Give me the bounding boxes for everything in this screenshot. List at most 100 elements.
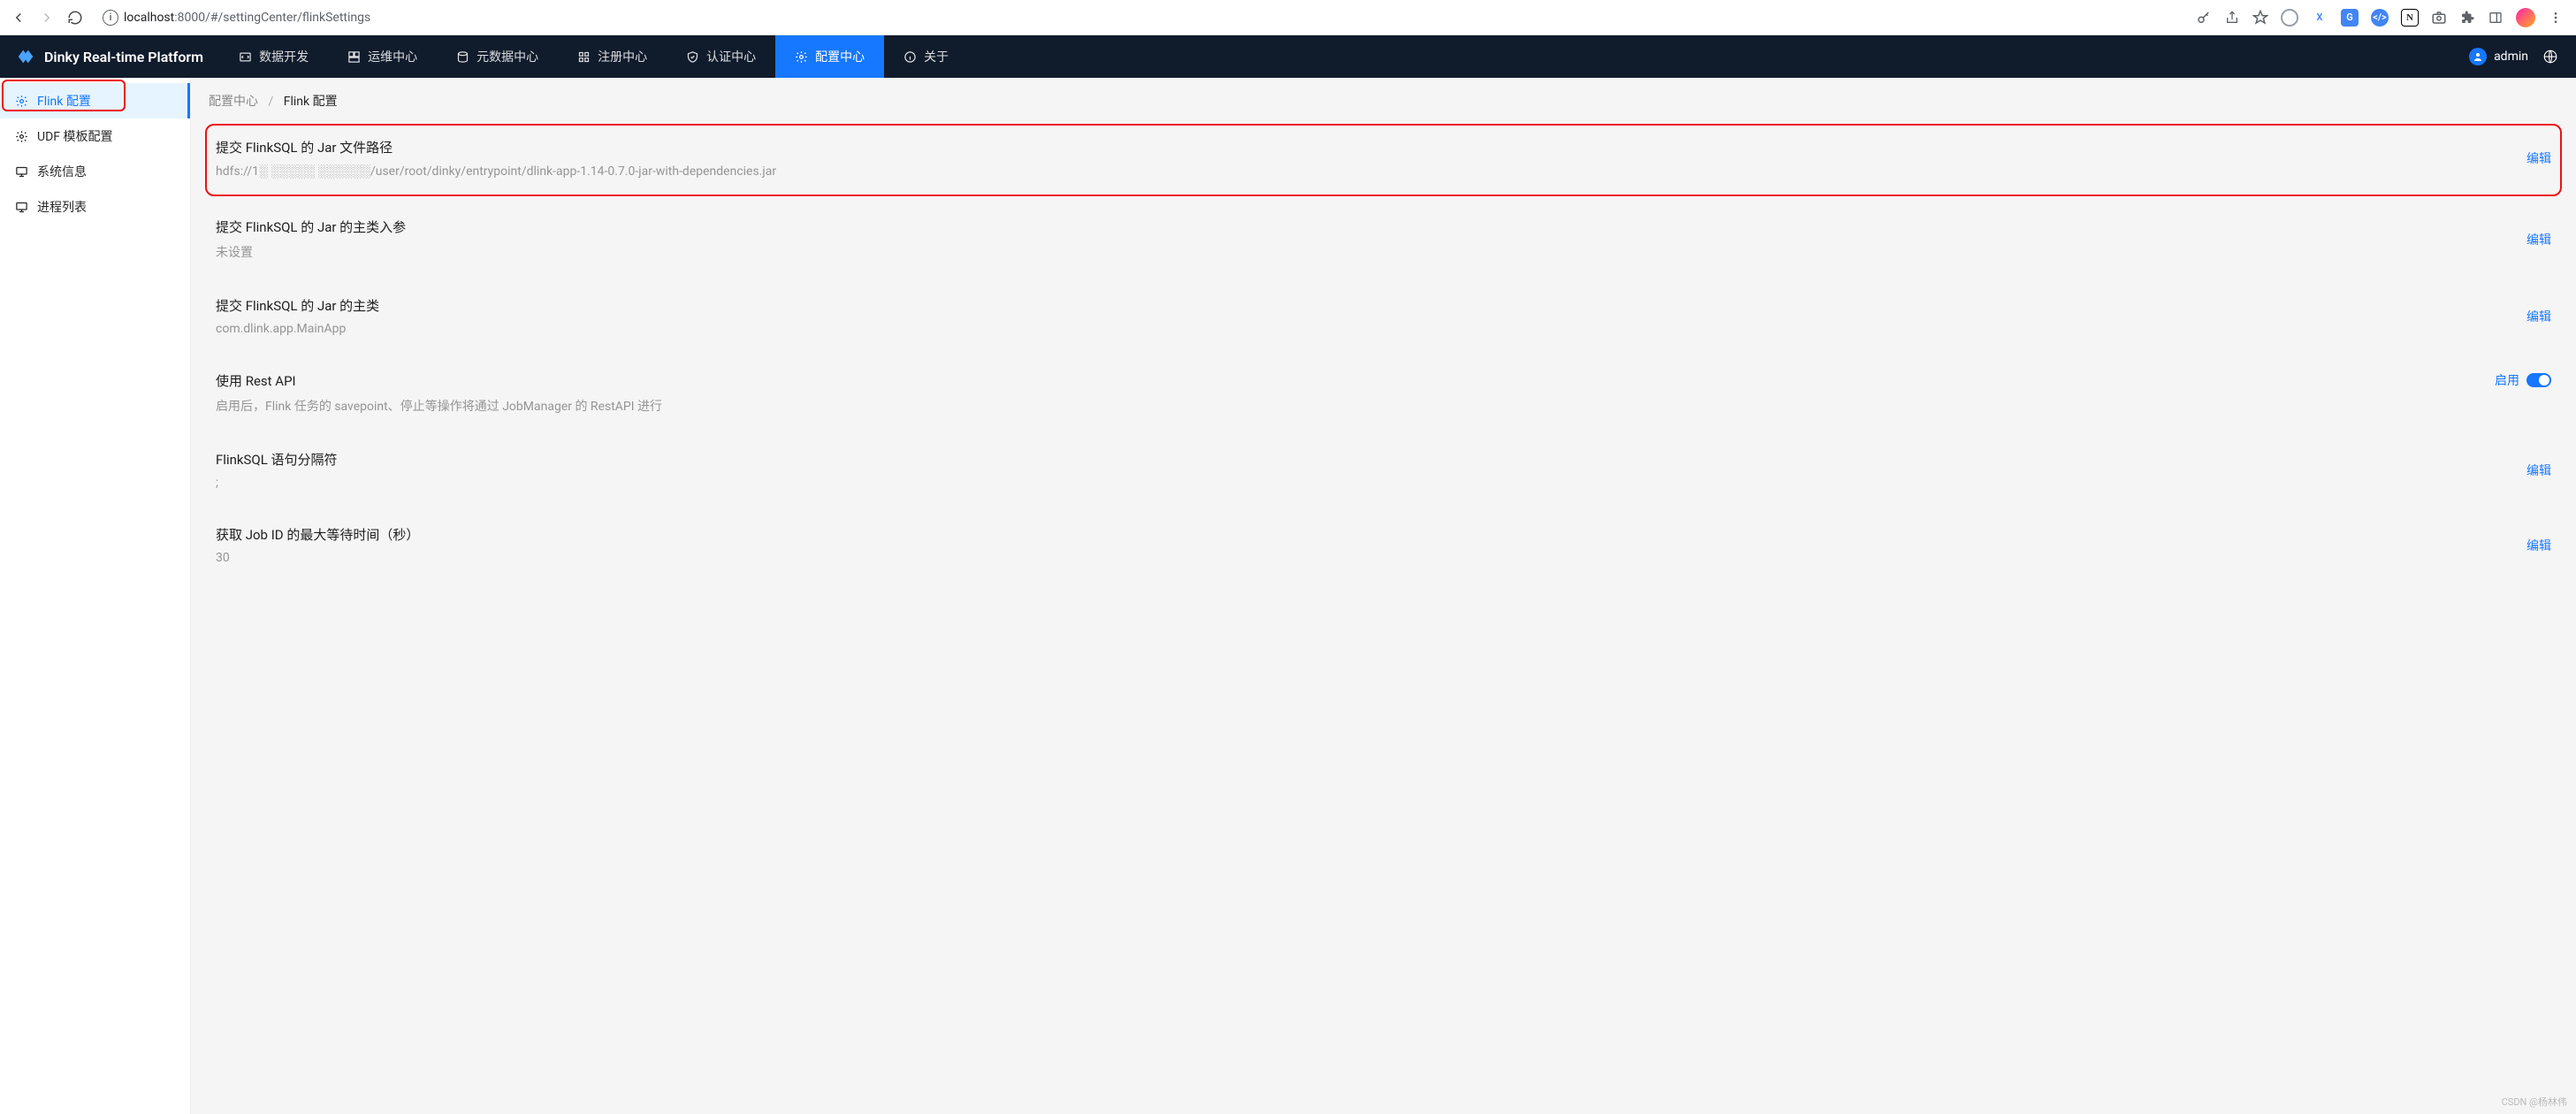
user-name: admin bbox=[2494, 50, 2528, 64]
setting-row: FlinkSQL 语句分隔符; 编辑 bbox=[209, 434, 2558, 509]
topnav-label: 认证中心 bbox=[706, 48, 756, 65]
user-menu[interactable]: admin bbox=[2469, 48, 2528, 65]
breadcrumb-root[interactable]: 配置中心 bbox=[209, 95, 258, 109]
user-avatar-icon bbox=[2469, 48, 2487, 65]
browser-toolbar-right: X G </> N bbox=[2196, 8, 2569, 27]
topnav-item[interactable]: 注册中心 bbox=[558, 35, 667, 78]
code-icon bbox=[239, 50, 252, 64]
sidebar-item-label: Flink 配置 bbox=[37, 92, 91, 110]
watermark: CSDN @杨林伟 bbox=[2502, 1095, 2567, 1109]
main-content: 配置中心 / Flink 配置 提交 FlinkSQL 的 Jar 文件路径 hd… bbox=[191, 78, 2576, 1114]
topnav: 数据开发 运维中心 元数据中心 注册中心 认证中心 配置中心 关于 bbox=[219, 35, 968, 78]
google-translate-icon[interactable]: G bbox=[2341, 9, 2359, 27]
extension-icon[interactable]: X bbox=[2311, 9, 2328, 27]
browser-nav bbox=[7, 10, 83, 26]
setting-main: 获取 Job ID 的最大等待时间（秒）30 bbox=[216, 525, 2516, 565]
sidepanel-icon[interactable] bbox=[2488, 10, 2504, 26]
sidebar-item[interactable]: 系统信息 bbox=[0, 154, 190, 189]
shield-icon bbox=[686, 50, 699, 64]
topbar-right: admin bbox=[2469, 48, 2576, 65]
back-icon[interactable] bbox=[11, 10, 27, 26]
toggle-switch[interactable] bbox=[2526, 373, 2551, 387]
setting-title: 使用 Rest API bbox=[216, 371, 2484, 390]
setting-row: 提交 FlinkSQL 的 Jar 的主类入参未设置编辑 bbox=[209, 202, 2558, 280]
address-text: localhost:8000/#/settingCenter/flinkSett… bbox=[124, 11, 370, 25]
setting-main: 提交 FlinkSQL 的 Jar 文件路径 hdfs://1░ ░░░░░ ░░… bbox=[216, 138, 2516, 179]
topnav-label: 运维中心 bbox=[368, 48, 417, 65]
setting-row: 提交 FlinkSQL 的 Jar 文件路径 hdfs://1░ ░░░░░ ░░… bbox=[205, 124, 2562, 196]
breadcrumb: 配置中心 / Flink 配置 bbox=[209, 92, 2558, 110]
edit-link[interactable]: 编辑 bbox=[2526, 462, 2551, 479]
brand-title: Dinky Real-time Platform bbox=[44, 49, 203, 65]
setting-title: 提交 FlinkSQL 的 Jar 的主类 bbox=[216, 296, 2516, 315]
topnav-item[interactable]: 关于 bbox=[884, 35, 968, 78]
language-icon[interactable] bbox=[2542, 49, 2558, 65]
info-icon bbox=[903, 50, 917, 64]
edit-link[interactable]: 编辑 bbox=[2526, 308, 2551, 325]
setting-main: 提交 FlinkSQL 的 Jar 的主类 com.dlink.app.MainA… bbox=[216, 296, 2516, 336]
address-bar[interactable]: i localhost:8000/#/settingCenter/flinkSe… bbox=[94, 10, 2185, 26]
topnav-item[interactable]: 认证中心 bbox=[667, 35, 775, 78]
setting-value: com.dlink.app.MainApp bbox=[216, 322, 2516, 336]
setting-value: ; bbox=[216, 476, 2516, 490]
app-topbar: Dinky Real-time Platform 数据开发 运维中心 元数据中心 注册… bbox=[0, 35, 2576, 78]
setting-value: 启用后，Flink 任务的 savepoint、停止等操作将通过 JobMana… bbox=[216, 397, 2484, 415]
extension-icon[interactable]: </> bbox=[2371, 9, 2389, 27]
setting-row: 提交 FlinkSQL 的 Jar 的主类 com.dlink.app.MainA… bbox=[209, 280, 2558, 355]
extensions-puzzle-icon[interactable] bbox=[2459, 10, 2475, 26]
gear-icon bbox=[14, 94, 28, 108]
notion-icon[interactable]: N bbox=[2401, 9, 2419, 27]
setting-row: 使用 Rest API 启用后，Flink 任务的 savepoint、停止等操作… bbox=[209, 355, 2558, 434]
setting-value: 未设置 bbox=[216, 243, 2516, 261]
sidebar-item[interactable]: Flink 配置 bbox=[0, 83, 190, 118]
extension-icon[interactable] bbox=[2281, 9, 2298, 27]
edit-link[interactable]: 编辑 bbox=[2526, 537, 2551, 554]
sidebar: Flink 配置 UDF 模板配置系统信息进程列表 bbox=[0, 78, 191, 1114]
database-icon bbox=[456, 50, 469, 64]
setting-row: 获取 Job ID 的最大等待时间（秒）30 编辑 bbox=[209, 509, 2558, 584]
topnav-label: 数据开发 bbox=[259, 48, 309, 65]
topnav-label: 元数据中心 bbox=[476, 48, 538, 65]
sidebar-item[interactable]: UDF 模板配置 bbox=[0, 118, 190, 154]
edit-link[interactable]: 编辑 bbox=[2526, 149, 2551, 167]
topnav-item[interactable]: 数据开发 bbox=[219, 35, 328, 78]
camera-icon[interactable] bbox=[2431, 10, 2447, 26]
setting-title: 获取 Job ID 的最大等待时间（秒） bbox=[216, 525, 2516, 544]
profile-avatar[interactable] bbox=[2516, 8, 2535, 27]
star-icon[interactable] bbox=[2252, 10, 2268, 26]
key-icon[interactable] bbox=[2196, 10, 2212, 26]
setting-main: 使用 Rest API 启用后，Flink 任务的 savepoint、停止等操作… bbox=[216, 371, 2484, 415]
gear-icon bbox=[14, 129, 28, 143]
browser-chrome: i localhost:8000/#/settingCenter/flinkSe… bbox=[0, 0, 2576, 35]
topnav-item[interactable]: 配置中心 bbox=[775, 35, 884, 78]
topnav-item[interactable]: 元数据中心 bbox=[437, 35, 558, 78]
dashboard-icon bbox=[347, 50, 361, 64]
toggle-group: 启用 bbox=[2495, 371, 2551, 389]
site-info-icon[interactable]: i bbox=[103, 10, 118, 26]
setting-main: FlinkSQL 语句分隔符; bbox=[216, 450, 2516, 490]
sidebar-item[interactable]: 进程列表 bbox=[0, 189, 190, 225]
breadcrumb-current: Flink 配置 bbox=[284, 95, 338, 109]
edit-link[interactable]: 编辑 bbox=[2526, 231, 2551, 248]
setting-value: hdfs://1░ ░░░░░ ░░░░░░/user/root/dinky/e… bbox=[216, 164, 2516, 179]
setting-title: 提交 FlinkSQL 的 Jar 文件路径 bbox=[216, 138, 2516, 156]
setting-title: 提交 FlinkSQL 的 Jar 的主类入参 bbox=[216, 217, 2516, 236]
settings-list: 提交 FlinkSQL 的 Jar 文件路径 hdfs://1░ ░░░░░ ░░… bbox=[209, 124, 2558, 584]
breadcrumb-separator: / bbox=[268, 95, 273, 109]
gear-icon bbox=[795, 50, 808, 64]
reload-icon[interactable] bbox=[67, 10, 83, 26]
grid-icon bbox=[577, 50, 591, 64]
brand[interactable]: Dinky Real-time Platform bbox=[0, 47, 219, 66]
share-icon[interactable] bbox=[2224, 10, 2240, 26]
kebab-menu-icon[interactable] bbox=[2548, 10, 2564, 26]
sidebar-item-label: 系统信息 bbox=[37, 163, 87, 180]
topnav-label: 注册中心 bbox=[598, 48, 647, 65]
app-body: Flink 配置 UDF 模板配置系统信息进程列表 配置中心 / Flink 配置… bbox=[0, 78, 2576, 1114]
topnav-label: 关于 bbox=[924, 48, 949, 65]
topnav-item[interactable]: 运维中心 bbox=[328, 35, 437, 78]
forward-icon[interactable] bbox=[39, 10, 55, 26]
sidebar-item-label: UDF 模板配置 bbox=[37, 127, 112, 145]
toggle-label: 启用 bbox=[2495, 371, 2519, 389]
monitor-icon bbox=[14, 200, 28, 214]
brand-logo-icon bbox=[16, 47, 35, 66]
